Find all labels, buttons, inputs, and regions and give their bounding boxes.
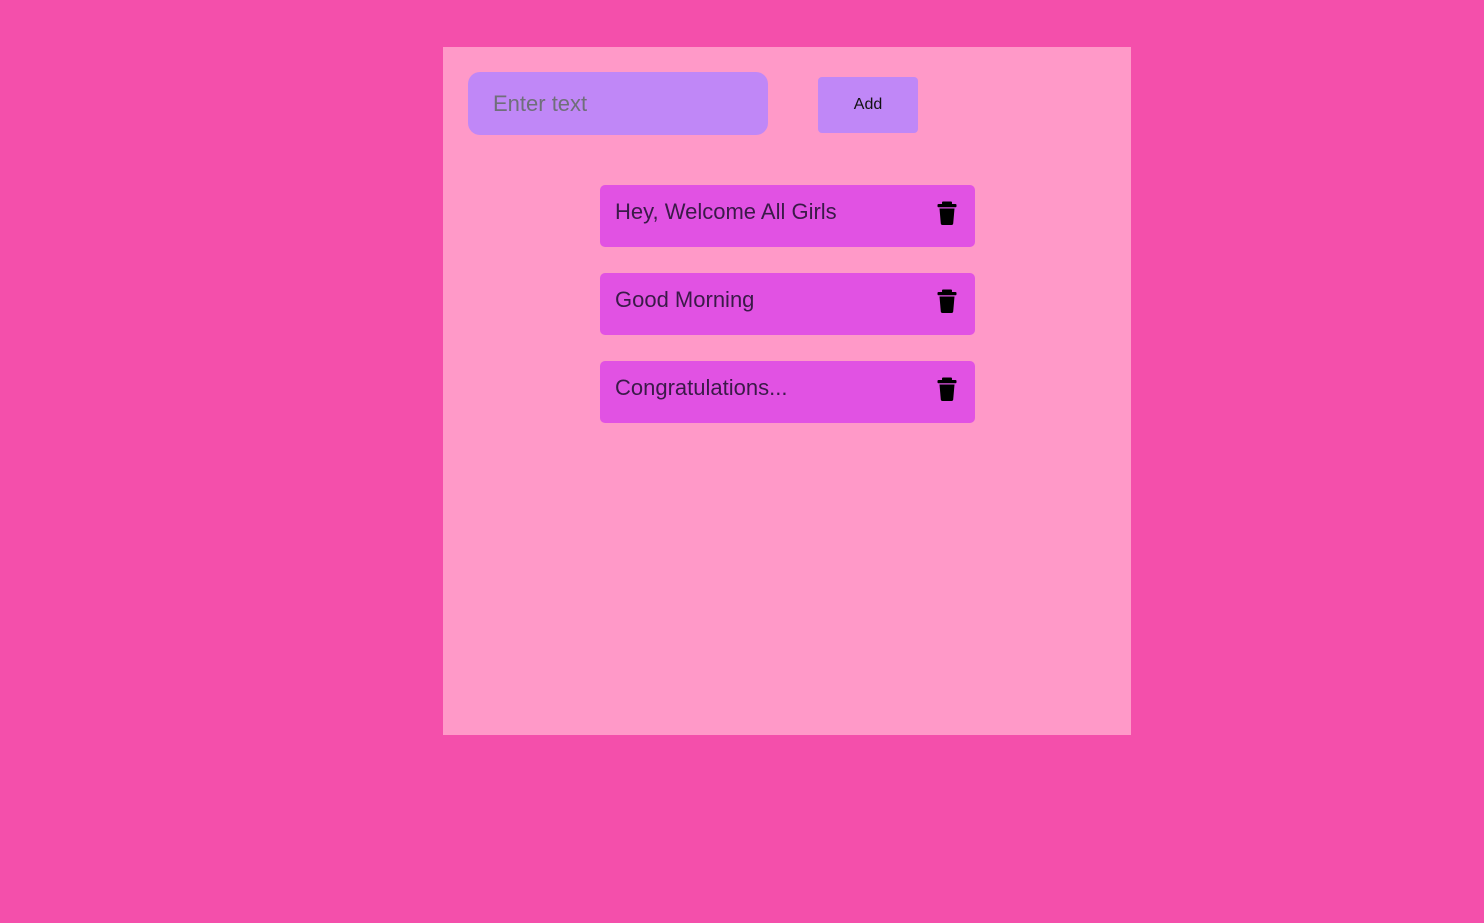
todo-list: Hey, Welcome All Girls Good Morning Cong… <box>600 185 975 449</box>
todo-item-text: Hey, Welcome All Girls <box>615 199 837 224</box>
add-button[interactable]: Add <box>818 77 918 133</box>
todo-panel: Add Hey, Welcome All Girls Good Morning <box>443 47 1131 735</box>
todo-item-text: Congratulations... <box>615 375 788 400</box>
list-item: Hey, Welcome All Girls <box>600 185 975 247</box>
trash-icon[interactable] <box>936 289 958 313</box>
list-item: Good Morning <box>600 273 975 335</box>
todo-item-text: Good Morning <box>615 287 755 312</box>
trash-icon[interactable] <box>936 201 958 225</box>
list-item: Congratulations... <box>600 361 975 423</box>
trash-icon[interactable] <box>936 377 958 401</box>
todo-text-input[interactable] <box>468 72 768 135</box>
